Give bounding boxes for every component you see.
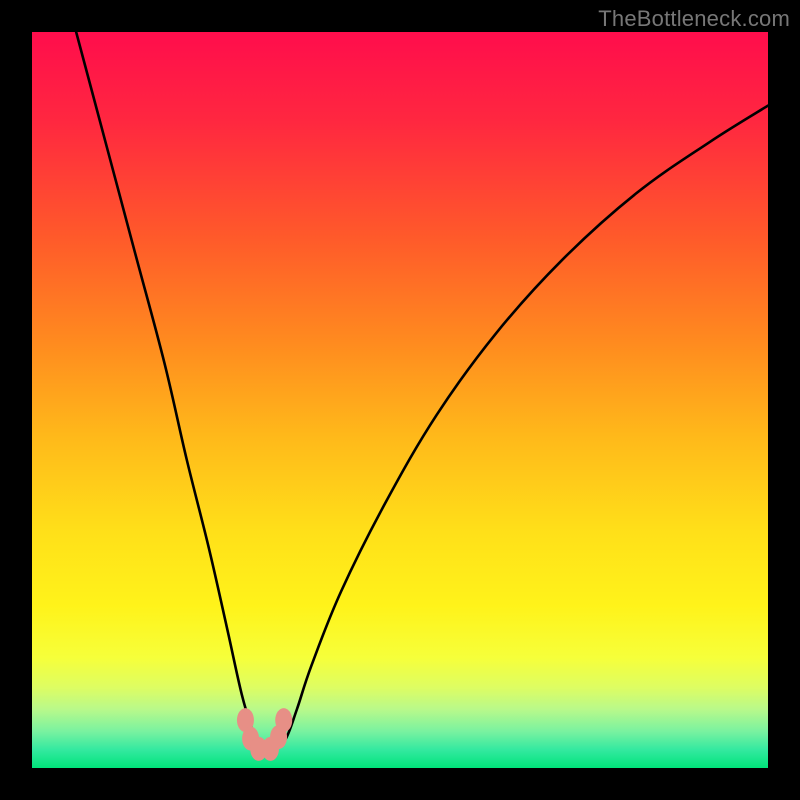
marker-group xyxy=(237,708,292,761)
watermark-text: TheBottleneck.com xyxy=(598,6,790,32)
curve-marker xyxy=(275,708,292,732)
plot-area xyxy=(32,32,768,768)
chart-frame: TheBottleneck.com xyxy=(0,0,800,800)
curve-layer xyxy=(32,32,768,768)
bottleneck-curve xyxy=(76,32,768,753)
